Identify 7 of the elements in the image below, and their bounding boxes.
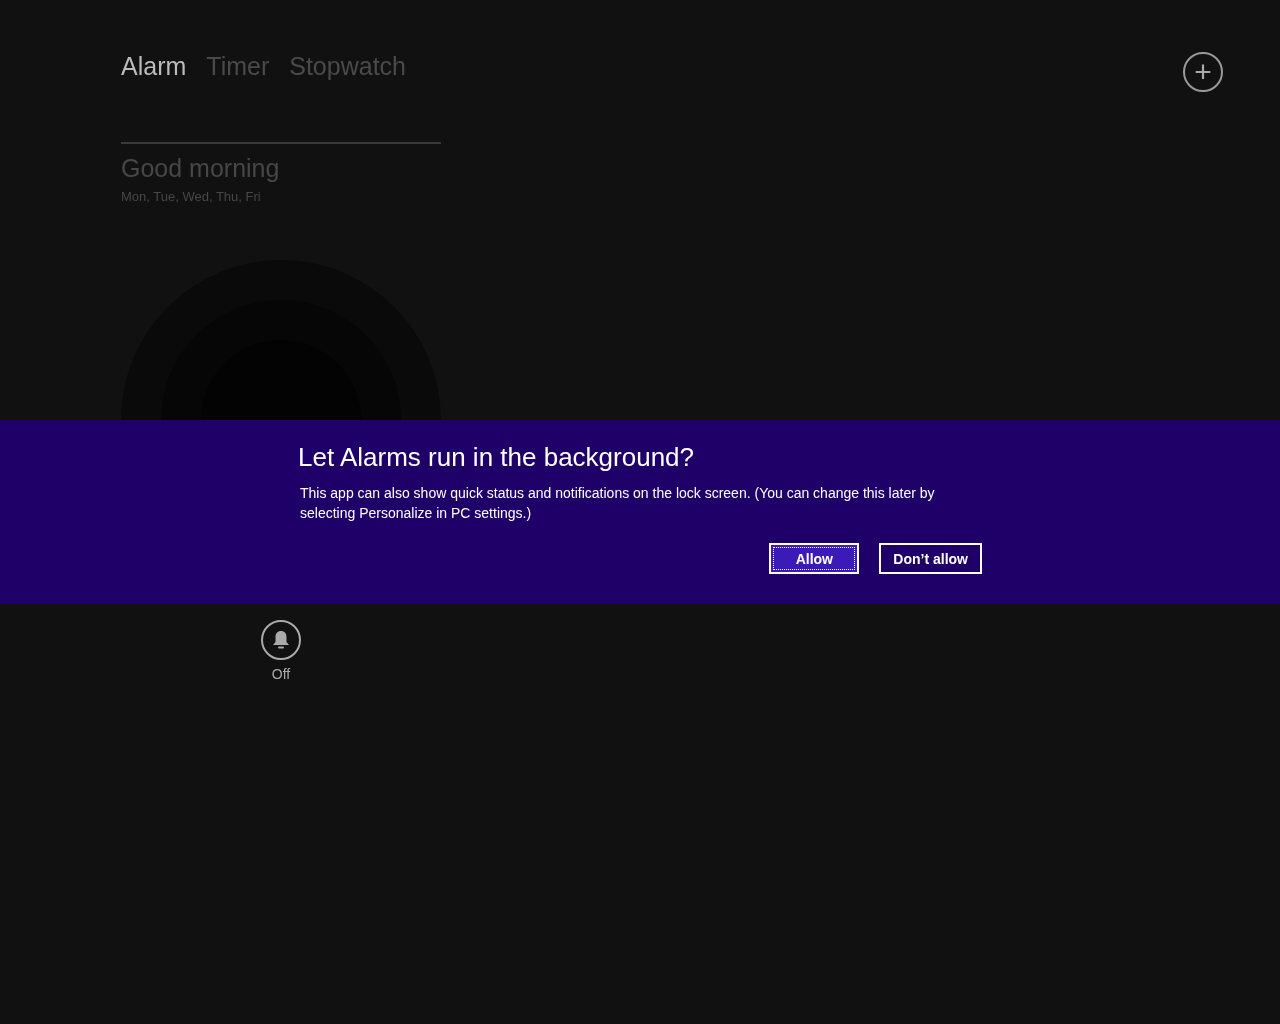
dialog-button[interactable]: Don’t allow: [879, 543, 982, 574]
add-button[interactable]: +: [1183, 52, 1223, 92]
dialog-title: Let Alarms run in the background?: [298, 442, 696, 473]
dialog-message: This app can also show quick status and notifications on the lock screen. (You can change this later by selecting Personalize in PC settings.): [300, 484, 936, 523]
alarm-status: Off: [271, 666, 291, 682]
dialog-button[interactable]: Allow: [769, 543, 860, 574]
tab[interactable]: Alarm: [121, 52, 187, 81]
